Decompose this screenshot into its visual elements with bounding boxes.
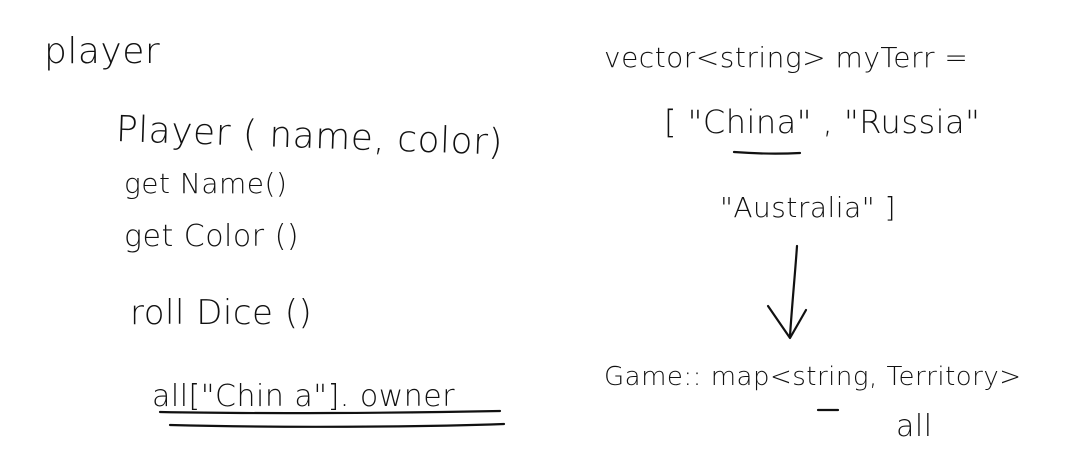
ink-strokes <box>158 150 840 428</box>
expression-underline-lower <box>168 422 506 428</box>
down-arrow-head <box>766 304 808 340</box>
whiteboard-canvas: player Player ( name, color) get Name() … <box>0 0 1089 458</box>
expression-underline-upper <box>158 409 502 415</box>
down-arrow-shaft <box>788 244 799 338</box>
china-underline <box>732 150 802 155</box>
